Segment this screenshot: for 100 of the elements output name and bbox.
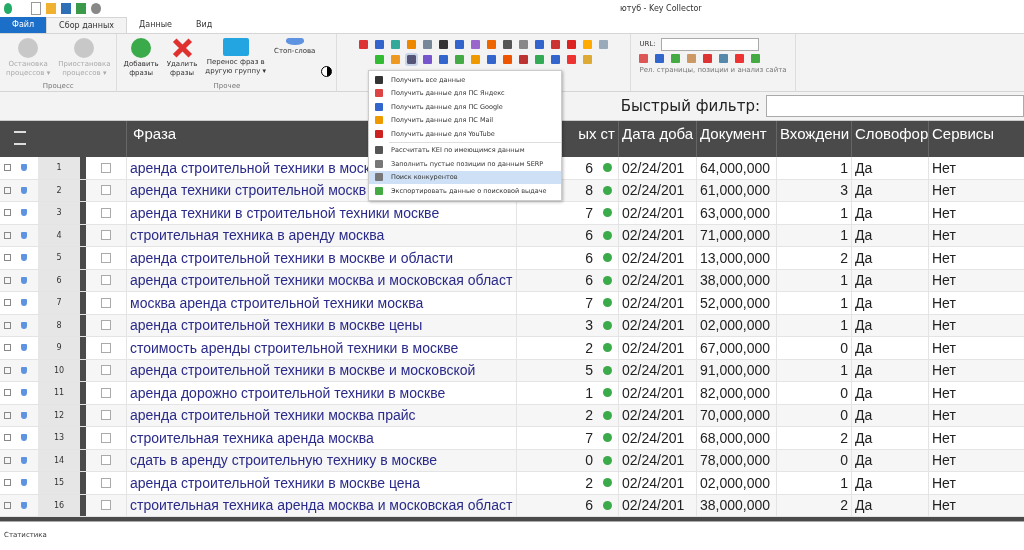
window-title: ютуб - Key Collector [620,3,702,13]
row-number: 5 [38,247,80,269]
table-cell: 0 [776,382,851,404]
row-number: 15 [38,472,80,494]
table-cell: 02/24/201 [618,247,696,269]
row-number: 10 [38,359,80,382]
table-cell: Да [851,157,928,179]
row-number: 1 [38,157,80,179]
table-cell: 02/24/201 [618,269,696,292]
table-cell: 63,000,000 [696,202,776,224]
phrase-cell: строительная техника в аренду москва [126,224,516,247]
table-cell: 02/24/201 [618,292,696,314]
table-cell: Нет [928,404,1006,427]
row-number: 16 [38,494,80,517]
table-cell: Нет [928,224,1006,247]
table-cell: 5 [516,359,596,382]
table-cell: Да [851,202,928,224]
table-cell: 52,000,000 [696,292,776,314]
table-cell: 02/24/201 [618,314,696,337]
row-number: 9 [38,337,80,359]
table-cell: Нет [928,314,1006,337]
table-cell: 1 [776,202,851,224]
row-number: 2 [38,179,80,202]
phrase-cell: аренда строительной техники в москве и области [126,247,516,269]
table-cell: Да [851,179,928,202]
table-cell: 1 [776,269,851,292]
table-cell: Да [851,337,928,359]
table-cell: Да [851,359,928,382]
table-cell: 02/24/201 [618,337,696,359]
row-number: 12 [38,404,80,427]
table-cell: 2 [776,494,851,517]
table-cell: 64,000,000 [696,157,776,179]
table-cell: 68,000,000 [696,427,776,449]
table-cell: 6 [516,269,596,292]
quick-filter-label: Быстрый фильтр: [620,97,760,116]
table-cell: 02/24/201 [618,494,696,517]
phrase-cell: аренда строительной техники в москве и московской [126,359,516,382]
table-cell: Да [851,382,928,404]
table-cell: 02/24/201 [618,449,696,472]
table-cell: 61,000,000 [696,179,776,202]
table-cell: 02/24/201 [618,224,696,247]
row-number: 8 [38,314,80,337]
table-cell: Нет [928,269,1006,292]
table-cell: 6 [516,247,596,269]
table-cell: 67,000,000 [696,337,776,359]
table-cell: Нет [928,157,1006,179]
table-cell: Да [851,292,928,314]
table-cell: 7 [516,427,596,449]
table-cell: Нет [928,337,1006,359]
phrase-cell: стоимость аренды строительной техники в москве [126,337,516,359]
table-cell: Да [851,247,928,269]
row-number: 6 [38,269,80,292]
table-cell: 2 [776,427,851,449]
table-cell: Нет [928,247,1006,269]
table-cell: 02/24/201 [618,202,696,224]
table-cell: Нет [928,202,1006,224]
table-cell: Нет [928,382,1006,404]
table-cell: 2 [516,404,596,427]
table-cell: 2 [516,337,596,359]
table-cell: Нет [928,427,1006,449]
table-cell: 0 [776,449,851,472]
table-cell: 02/24/201 [618,382,696,404]
phrase-cell: строительная техника аренда москва [126,427,516,449]
table-cell: Да [851,427,928,449]
row-number: 13 [38,427,80,449]
table-cell: Да [851,449,928,472]
table-cell: Да [851,494,928,517]
table-cell: 02,000,000 [696,314,776,337]
table-cell: 6 [516,224,596,247]
table-cell: Да [851,472,928,494]
table-cell: 02/24/201 [618,157,696,179]
table-cell: 02/24/201 [618,472,696,494]
table-cell: 7 [516,292,596,314]
table-cell: Да [851,269,928,292]
table-cell: 6 [516,494,596,517]
table-cell: 1 [776,359,851,382]
table-cell: 0 [516,449,596,472]
row-number: 11 [38,382,80,404]
table-cell: 38,000,000 [696,269,776,292]
table-cell: 1 [776,472,851,494]
phrase-cell: аренда строительной техники москва прайс [126,404,516,427]
table-cell: 7 [516,202,596,224]
table-cell: 02/24/201 [618,359,696,382]
table-cell: 1 [776,314,851,337]
phrase-cell: аренда строительной техники в москве цены [126,314,516,337]
table-cell: 02/24/201 [618,179,696,202]
row-number: 7 [38,292,80,314]
row-number: 4 [38,224,80,247]
table-cell: 1 [776,157,851,179]
table-cell: Нет [928,449,1006,472]
table-cell: 71,000,000 [696,224,776,247]
table-cell: Нет [928,359,1006,382]
row-number: 14 [38,449,80,472]
phrase-cell: аренда строительной техники москва и московская област [126,269,516,292]
table-cell: 2 [516,472,596,494]
table-cell: Нет [928,472,1006,494]
table-cell: 70,000,000 [696,404,776,427]
table-cell: 1 [516,382,596,404]
table-cell: Нет [928,292,1006,314]
phrase-cell: москва аренда строительной техники москва [126,292,516,314]
